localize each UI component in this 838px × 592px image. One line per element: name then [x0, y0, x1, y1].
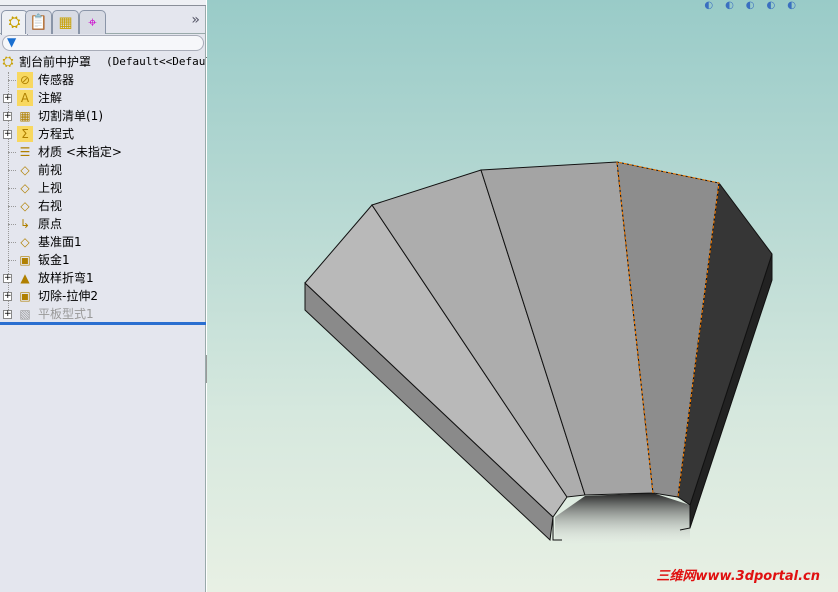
tree-item-label: 切割清单(1): [38, 109, 103, 123]
tree-item[interactable]: ◇ 右视: [0, 197, 206, 215]
feature-manager-icon: ⛭: [8, 13, 21, 31]
tree-item-label: 方程式: [38, 127, 75, 141]
model-shadow: [555, 493, 690, 545]
plane-icon: ◇: [20, 163, 30, 177]
feature-manager-tab[interactable]: ⛭: [1, 10, 28, 35]
tree-item-label: 材质 <未指定>: [38, 145, 122, 159]
tree-connector: [8, 170, 16, 171]
tree-item-label: 基准面1: [38, 235, 82, 249]
expand-icon[interactable]: +: [3, 112, 12, 121]
cut-list-icon: ▦: [19, 109, 31, 123]
expand-icon[interactable]: +: [3, 292, 12, 301]
tree-item[interactable]: ◇ 基准面1: [0, 233, 206, 251]
tree-item-label: 右视: [38, 199, 63, 213]
tree-connector: [8, 242, 16, 243]
tree-connector: [8, 80, 16, 81]
tree-item-label: 放样折弯1: [38, 271, 94, 285]
property-manager-icon: 📋: [29, 13, 48, 31]
tree-item[interactable]: ↳ 原点: [0, 215, 206, 233]
tree-connector: [8, 260, 16, 261]
manager-tabs: ⛭ 📋 ▦ ⌖ »: [0, 8, 206, 35]
tree-item-label: 注解: [38, 91, 63, 105]
tree-item-label: 平板型式1: [38, 307, 94, 321]
sheet-metal-model[interactable]: [207, 0, 838, 592]
tree-item[interactable]: ◇ 前视: [0, 161, 206, 179]
filter-icon: ▼: [7, 35, 17, 49]
plane-icon: ◇: [20, 235, 30, 249]
lofted-bend-icon: ▲: [20, 271, 30, 285]
part-name: 割台前中护罩: [19, 55, 92, 69]
tree-item[interactable]: + Σ 方程式: [0, 125, 206, 143]
plane-icon: ◇: [20, 199, 30, 213]
feature-tree: ⛭ 割台前中护罩 (Default<<Default ⊘ 传感器 + A 注解 + ▦ 切割清…: [0, 53, 218, 323]
tree-item-label: 钣金1: [38, 253, 70, 267]
tree-item-label: 切除-拉伸2: [38, 289, 98, 303]
feature-manager-panel: ⛭ 📋 ▦ ⌖ » ▼ ⛭ 割台前中护罩 (Default<<Default ⊘…: [0, 0, 219, 592]
tree-filter-input[interactable]: ▼: [2, 35, 204, 51]
cut-extrude-icon: ▣: [19, 289, 31, 303]
tree-connector: [8, 152, 16, 153]
tree-connector: [8, 224, 16, 225]
tree-item[interactable]: ☰ 材质 <未指定>: [0, 143, 206, 161]
tree-root[interactable]: ⛭ 割台前中护罩 (Default<<Default: [0, 53, 218, 71]
tree-connector: [8, 188, 16, 189]
annotations-folder-icon: A: [17, 90, 33, 106]
tree-item[interactable]: + ▣ 切除-拉伸2: [0, 287, 206, 305]
expand-icon[interactable]: +: [3, 274, 12, 283]
tree-item[interactable]: + ▧ 平板型式1: [0, 305, 206, 323]
watermark: 三维网www.3dportal.cn: [656, 569, 820, 584]
tree-item[interactable]: ▣ 钣金1: [0, 251, 206, 269]
origin-icon: ↳: [19, 217, 31, 231]
tree-item[interactable]: + A 注解: [0, 89, 206, 107]
dimxpert-tab[interactable]: ⌖: [79, 10, 106, 34]
equations-folder-icon: Σ: [17, 126, 33, 142]
tree-item[interactable]: + ▦ 切割清单(1): [0, 107, 206, 125]
rollback-bar[interactable]: [0, 322, 206, 325]
chevron-right-icon[interactable]: »: [191, 12, 200, 28]
tree-item-label: 传感器: [38, 73, 75, 87]
expand-icon[interactable]: +: [3, 310, 12, 319]
tree-item-label: 前视: [38, 163, 63, 177]
expand-icon[interactable]: +: [3, 130, 12, 139]
tree-item[interactable]: ⊘ 传感器: [0, 71, 206, 89]
property-manager-tab[interactable]: 📋: [25, 10, 52, 34]
configuration-manager-tab[interactable]: ▦: [52, 10, 79, 34]
panel-top-border: [0, 0, 206, 6]
tree-connector: [8, 206, 16, 207]
part-icon: ⛭: [2, 54, 14, 70]
configuration-manager-icon: ▦: [58, 13, 73, 31]
expand-icon[interactable]: +: [3, 94, 12, 103]
sensor-folder-icon: ⊘: [17, 72, 33, 88]
graphics-viewport[interactable]: ◐◐◐◐◐ 三维网www.3dportal.cn: [207, 0, 838, 592]
plane-icon: ◇: [20, 181, 30, 195]
flat-pattern-icon: ▧: [19, 307, 31, 321]
tree-item[interactable]: + ▲ 放样折弯1: [0, 269, 206, 287]
tree-item-label: 原点: [38, 217, 63, 231]
tree-item-label: 上视: [38, 181, 63, 195]
sheet-metal-icon: ▣: [19, 253, 31, 267]
configuration-name: (Default<<Default: [106, 55, 219, 68]
material-icon: ☰: [19, 145, 31, 159]
tree-item[interactable]: ◇ 上视: [0, 179, 206, 197]
dimxpert-icon: ⌖: [88, 13, 97, 31]
